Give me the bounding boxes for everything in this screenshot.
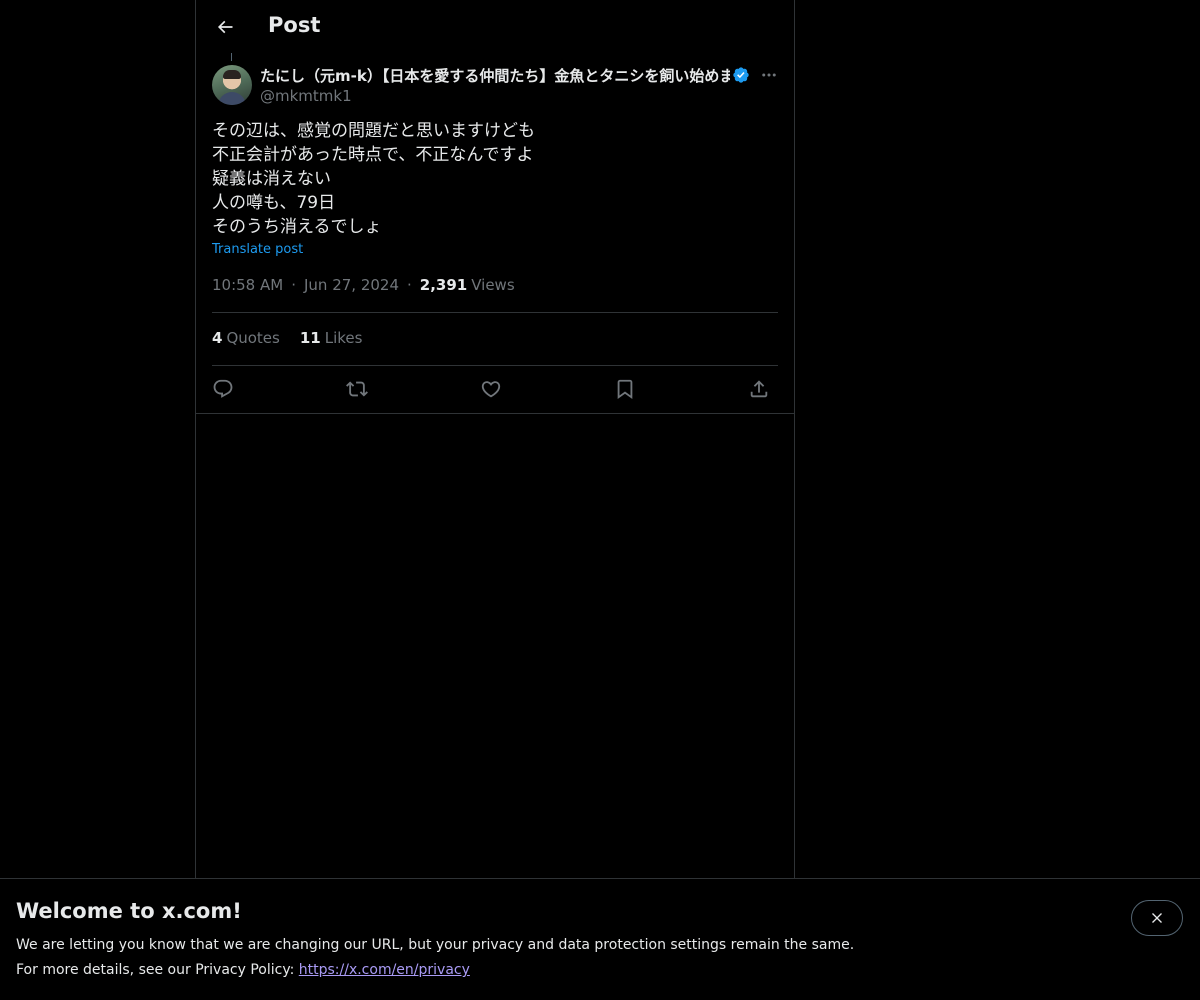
close-icon — [1152, 913, 1162, 923]
arrow-left-icon — [217, 20, 233, 34]
share-icon — [750, 380, 768, 398]
primary-column: Post たにし（元m-k）【日本を愛する仲間たち】金魚とタニシを飼い始めました… — [195, 0, 795, 1000]
post-metadata: 10:58 AM · Jun 27, 2024 · 2,391 Views — [212, 276, 515, 294]
banner-title: Welcome to x.com! — [16, 899, 242, 923]
post-line: 不正会計があった時点で、不正なんですよ — [212, 145, 534, 165]
banner-message: We are letting you know that we are chan… — [16, 937, 855, 953]
author-handle[interactable]: @mkmtmk1 — [260, 87, 750, 105]
like-button[interactable] — [475, 373, 507, 405]
bookmark-button[interactable] — [609, 373, 641, 405]
bookmark-icon — [617, 379, 633, 400]
post-date[interactable]: Jun 27, 2024 — [304, 276, 399, 294]
meta-separator: · — [407, 276, 412, 294]
author-display-name[interactable]: たにし（元m-k）【日本を愛する仲間たち】金魚とタニシを飼い始めました — [260, 65, 730, 86]
reply-icon — [213, 379, 233, 398]
like-icon — [481, 381, 501, 398]
post-time[interactable]: 10:58 AM — [212, 276, 283, 294]
more-options-button[interactable] — [756, 65, 782, 85]
page-title: Post — [268, 13, 321, 37]
repost-button[interactable] — [341, 373, 373, 405]
divider — [212, 365, 778, 366]
post-line: 人の噂も、79日 — [212, 193, 336, 213]
post-body: その辺は、感覚の問題だと思いますけども 不正会計があった時点で、不正なんですよ … — [212, 119, 778, 239]
reply-button[interactable] — [207, 373, 239, 405]
post-actions — [212, 373, 778, 405]
more-horizontal-icon — [762, 73, 776, 77]
banner-privacy-prefix: For more details, see our Privacy Policy… — [16, 962, 299, 978]
quotes-label: Quotes — [226, 329, 280, 347]
back-button[interactable] — [208, 10, 242, 44]
post-line: そのうち消えるでしょ — [212, 217, 382, 237]
repost-icon — [346, 381, 368, 397]
translate-post-link[interactable]: Translate post — [212, 242, 303, 257]
likes-label: Likes — [324, 329, 363, 347]
quotes-stat[interactable]: 4 Quotes — [212, 329, 280, 347]
page-header: Post — [196, 0, 794, 53]
post-bottom-border — [196, 413, 794, 414]
avatar[interactable] — [212, 65, 252, 105]
post-line: 疑義は消えない — [212, 169, 331, 189]
verified-badge-icon[interactable] — [732, 66, 750, 84]
likes-stat[interactable]: 11 Likes — [300, 329, 363, 347]
quotes-count: 4 — [212, 329, 223, 347]
author-name-row: たにし（元m-k）【日本を愛する仲間たち】金魚とタニシを飼い始めました — [260, 64, 750, 86]
meta-separator: · — [291, 276, 296, 294]
likes-count: 11 — [299, 329, 321, 347]
thread-connector-line — [231, 53, 232, 61]
views-label: Views — [471, 276, 515, 294]
share-button[interactable] — [743, 373, 775, 405]
author-info: たにし（元m-k）【日本を愛する仲間たち】金魚とタニシを飼い始めました @mkm… — [260, 64, 750, 105]
views-count: 2,391 — [419, 276, 468, 294]
post-line: その辺は、感覚の問題だと思いますけども — [212, 121, 535, 141]
welcome-banner: Welcome to x.com! We are letting you kno… — [0, 878, 1200, 1000]
engagement-stats: 4 Quotes 11 Likes — [212, 329, 382, 347]
privacy-policy-link[interactable]: https://x.com/en/privacy — [299, 962, 470, 978]
banner-privacy-line: For more details, see our Privacy Policy… — [16, 962, 470, 978]
banner-close-button[interactable] — [1131, 900, 1183, 936]
divider — [212, 312, 778, 313]
